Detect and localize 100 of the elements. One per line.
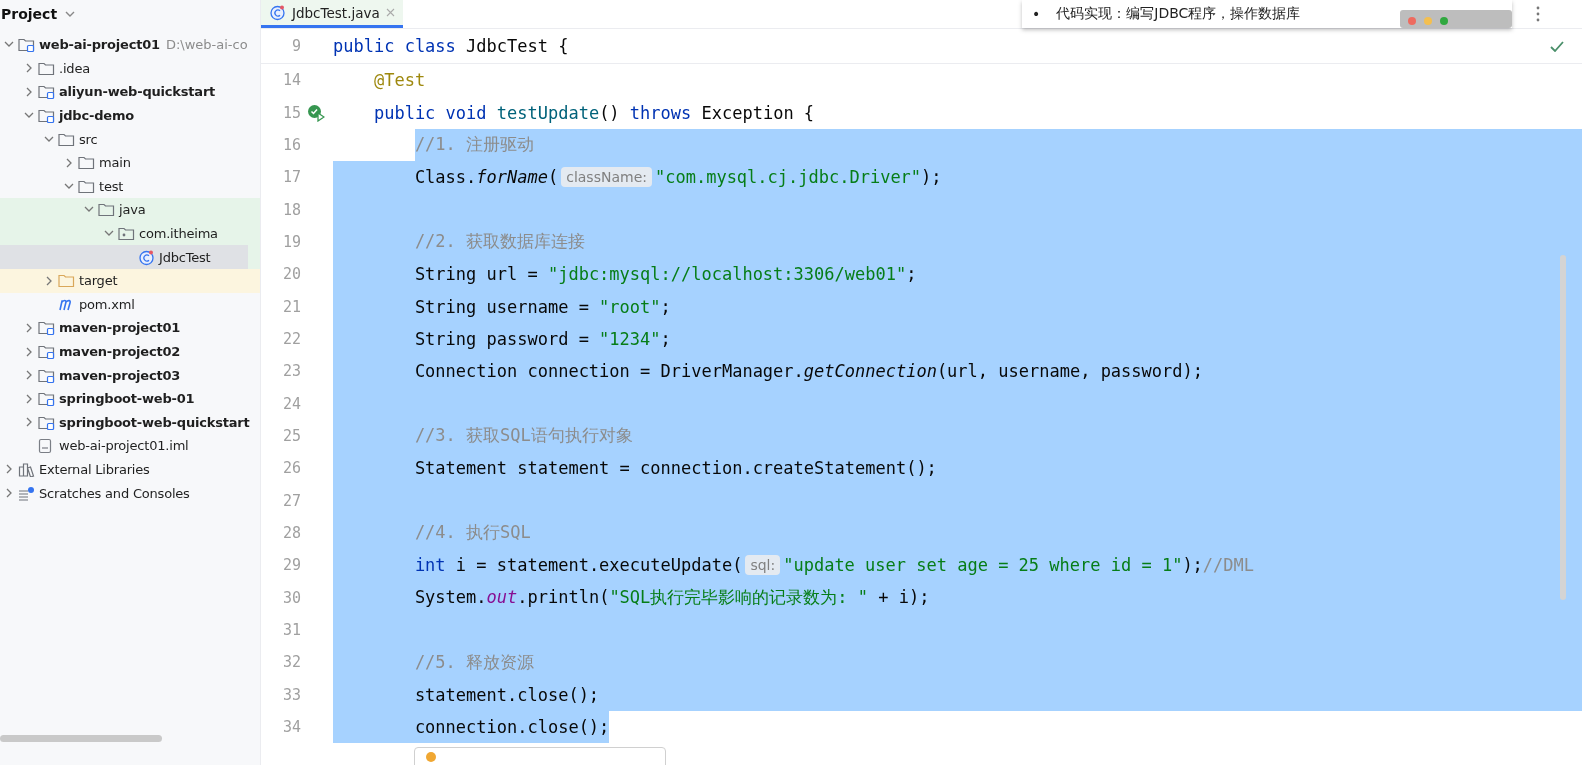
tree-item-label[interactable]: com.itheima xyxy=(139,226,218,242)
chevron-right-icon[interactable] xyxy=(25,417,33,428)
folder-icon xyxy=(78,155,95,171)
code-text: System.out.println("SQL执行完毕影响的记录数为: " + i); xyxy=(414,586,930,610)
code-text: String password = "1234"; xyxy=(414,328,671,349)
line-number: 27 xyxy=(281,491,301,510)
module-folder-icon xyxy=(38,344,55,359)
code-text: statement.close(); xyxy=(414,684,600,705)
line-number: 20 xyxy=(281,265,301,284)
tree-item-label[interactable]: .idea xyxy=(59,60,90,76)
tree-item-label[interactable]: maven-project03 xyxy=(59,367,181,383)
chevron-right-icon[interactable] xyxy=(25,370,33,381)
scrollbar[interactable] xyxy=(0,735,162,742)
module-folder-icon xyxy=(38,367,55,383)
chevron-down-icon[interactable] xyxy=(104,230,114,238)
note-text: 代码实现：编写JDBC程序，操作数据库 xyxy=(1056,5,1301,23)
chevron-right-icon[interactable] xyxy=(5,464,13,475)
chevron-right-icon[interactable] xyxy=(65,157,73,168)
line-number: 28 xyxy=(281,524,301,542)
tree-item-label[interactable]: jdbc-demo xyxy=(59,108,134,124)
code-text: //3. 获取SQL语句执行对象 xyxy=(414,424,633,448)
tree-item-label[interactable]: JdbcTest xyxy=(159,249,211,265)
line-number: 9 xyxy=(290,37,301,55)
tree-item-label[interactable]: springboot-web-quickstart xyxy=(59,414,250,430)
tree-item-label[interactable]: main xyxy=(99,155,131,171)
tree-item-label[interactable]: src xyxy=(79,131,98,147)
chevron-right-icon[interactable] xyxy=(25,63,33,74)
code-text: "update user set age = 25 where id = 1");//DML xyxy=(783,555,1255,576)
parameter-hint: className: xyxy=(561,167,652,188)
line-number: 17 xyxy=(281,168,301,187)
tree-item-highlight[interactable]: JdbcTest xyxy=(0,245,248,269)
tree-item-label[interactable]: java xyxy=(119,202,146,218)
code-text: public void testUpdate() throws Exception { xyxy=(373,102,815,123)
line-number: 14 xyxy=(281,71,301,90)
tree-item-label[interactable]: aliyun-web-quickstart xyxy=(59,84,216,100)
tree-item-label[interactable]: web-ai-project01 xyxy=(39,37,160,53)
folder-icon xyxy=(78,178,95,194)
code-text: //1. 注册驱动 xyxy=(414,133,535,157)
line-number: 32 xyxy=(281,653,301,672)
tree-item-label[interactable]: maven-project01 xyxy=(59,320,181,336)
tree-item-label[interactable]: External Libraries xyxy=(39,462,150,477)
line-number: 31 xyxy=(281,621,301,639)
chevron-down-icon[interactable] xyxy=(65,10,76,18)
line-number: 16 xyxy=(281,135,301,154)
chevron-right-icon[interactable] xyxy=(25,322,33,333)
tree-item-label[interactable]: test xyxy=(99,178,124,194)
parameter-hint: sql: xyxy=(745,555,781,576)
line-number: 29 xyxy=(281,556,301,575)
line-number: 23 xyxy=(281,362,301,381)
editor-tab[interactable]: JdbcTest.java xyxy=(261,0,403,28)
code-text: "com.mysql.cj.jdbc.Driver"); xyxy=(655,167,942,188)
code-text: String username = "root"; xyxy=(414,296,671,317)
class-icon xyxy=(138,248,155,266)
line-number: 34 xyxy=(281,718,301,737)
code-text: //4. 执行SQL xyxy=(414,521,531,545)
code-text: //5. 释放资源 xyxy=(414,650,535,674)
tree-item-label[interactable]: target xyxy=(79,273,118,289)
code-text: Statement statement = connection.createStatement(); xyxy=(414,458,937,479)
code-text: Connection connection = DriverManager.getConnection(url, username, password); xyxy=(414,361,1203,382)
check-icon xyxy=(1550,41,1564,52)
tree-item-label[interactable]: web-ai-project01.iml xyxy=(59,438,189,454)
panel-title: Project xyxy=(1,6,58,22)
chevron-down-icon[interactable] xyxy=(24,112,34,120)
scratches-icon xyxy=(18,485,35,501)
code-text: String url = "jdbc:mysql://localhost:3306/web01"; xyxy=(414,264,917,285)
tree-item-label[interactable]: pom.xml xyxy=(79,296,135,312)
module-folder-icon xyxy=(18,37,35,53)
class-icon xyxy=(269,4,286,21)
code-text: public class JdbcTest { xyxy=(333,36,569,56)
line-number: 24 xyxy=(281,394,301,413)
chevron-right-icon[interactable] xyxy=(45,275,53,286)
chevron-right-icon[interactable] xyxy=(5,488,13,499)
chevron-right-icon[interactable] xyxy=(25,346,33,357)
line-number: 21 xyxy=(281,297,301,316)
run-icon[interactable] xyxy=(307,103,325,122)
chevron-down-icon[interactable] xyxy=(84,206,94,214)
line-number: 33 xyxy=(281,685,301,704)
folder-icon xyxy=(58,273,75,289)
chevron-down-icon[interactable] xyxy=(64,182,74,190)
folder-icon xyxy=(98,202,115,218)
chevron-down-icon[interactable] xyxy=(4,41,14,49)
module-folder-icon xyxy=(38,108,55,124)
module-folder-icon xyxy=(38,391,55,407)
line-number: 25 xyxy=(281,426,301,445)
module-folder-icon xyxy=(38,414,55,430)
tree-item-label[interactable]: maven-project02 xyxy=(59,344,181,359)
chevron-right-icon[interactable] xyxy=(25,393,33,404)
tree-item-label[interactable]: Scratches and Consoles xyxy=(39,485,190,501)
file-icon xyxy=(38,437,52,454)
chevron-down-icon[interactable] xyxy=(44,135,54,143)
chevron-right-icon[interactable] xyxy=(25,87,33,97)
line-number: 15 xyxy=(281,103,301,122)
scrollbar[interactable] xyxy=(1560,255,1566,600)
package-icon xyxy=(118,226,135,242)
code-text: @Test xyxy=(373,70,426,91)
close-icon[interactable] xyxy=(385,8,395,17)
line-number: 26 xyxy=(281,459,301,478)
tree-item-label[interactable]: springboot-web-01 xyxy=(59,391,195,407)
path-hint: D:\web-ai-co xyxy=(165,37,248,53)
more-icon[interactable] xyxy=(1536,6,1540,22)
